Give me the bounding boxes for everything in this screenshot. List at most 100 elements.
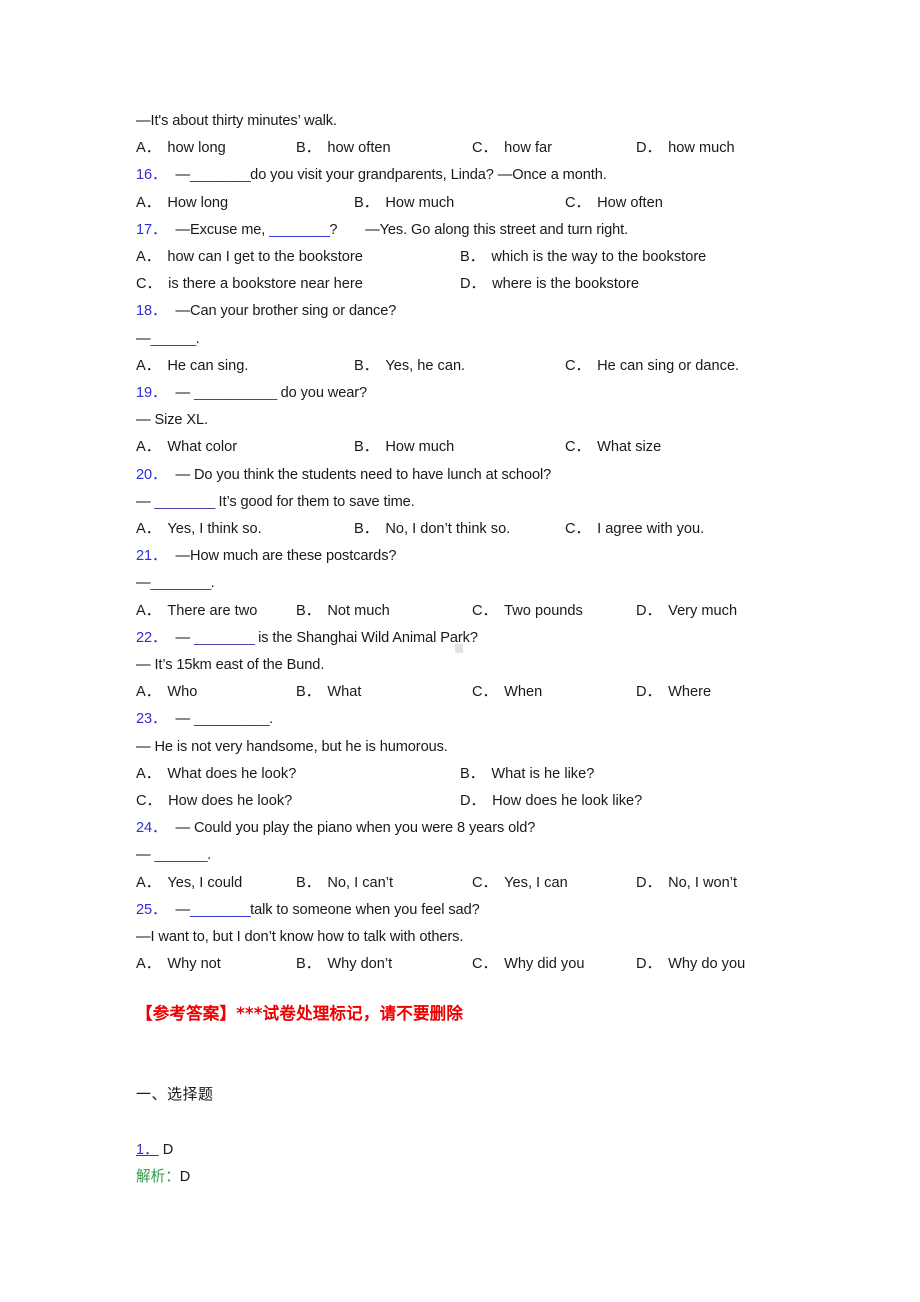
option-row: A． Yes, I could B． No, I can’t C． Yes, I ca… [136,870,896,897]
option-letter: C． [565,357,591,374]
option-letter: C． [565,520,591,537]
option-text: Why don’t [327,956,393,973]
option-text: where is the bookstore [492,276,639,293]
option-text: There are two [167,602,258,619]
question-25: 25． —________talk to someone when you fee… [136,897,896,924]
option-a[interactable]: A． What does he look? [136,761,296,788]
option-a[interactable]: A． Why not [136,951,221,978]
option-c[interactable]: C． how far [472,135,552,162]
question-17: 17． —Excuse me, ________? —Yes. Go along … [136,217,896,244]
answer-prompt-line: — It’s 15km east of the Bund. [136,652,896,679]
option-d[interactable]: D． How does he look like? [460,788,642,815]
stem-prefix: — [175,167,191,184]
option-c[interactable]: C． He can sing or dance. [565,353,739,380]
option-b[interactable]: B． No, I can’t [296,870,393,897]
option-d[interactable]: D． No, I won’t [636,870,737,897]
option-text: which is the way to the bookstore [491,248,707,265]
option-b[interactable]: B． What is he like? [460,761,594,788]
option-a[interactable]: A． Who [136,679,197,706]
stem-suffix: do you visit your grandparents, Linda? —… [250,167,607,184]
option-letter: D． [460,276,486,293]
answer-suffix: It’s good for them to save time. [214,493,415,510]
question-list: —It's about thirty minutes’ walk. A． how … [136,108,896,978]
option-c[interactable]: C． I agree with you. [565,516,704,543]
option-letter: C． [472,956,498,973]
option-b[interactable]: B． What [296,679,361,706]
dash: — [136,847,155,864]
option-d[interactable]: D． Why do you [636,951,745,978]
option-a[interactable]: A． What color [136,434,237,461]
option-a[interactable]: A． Yes, I could [136,870,242,897]
option-text: Yes, I think so. [167,520,262,537]
option-a[interactable]: A． how can I get to the bookstore [136,244,363,271]
option-letter: A． [136,602,161,619]
option-b[interactable]: B． Why don’t [296,951,392,978]
punctuation: . [195,330,200,347]
option-c[interactable]: C． How does he look? [136,788,292,815]
question-number: 19． [136,384,167,401]
answer-prompt-line: — _______. [136,842,896,869]
option-letter: B． [354,520,379,537]
option-b[interactable]: B． No, I don’t think so. [354,516,510,543]
fill-blank: _______ [154,847,208,864]
question-number: 23． [136,711,167,728]
option-b[interactable]: B． How much [354,190,454,217]
option-a[interactable]: A． There are two [136,598,257,625]
option-letter: A． [136,956,161,973]
option-a[interactable]: A． How long [136,190,228,217]
answer-value: D [162,1142,174,1158]
answer-prompt-line: — ________ It’s good for them to save ti… [136,489,896,516]
option-d[interactable]: D． where is the bookstore [460,271,639,298]
option-a[interactable]: A． how long [136,135,226,162]
option-c[interactable]: C． When [472,679,542,706]
option-c[interactable]: C． How often [565,190,663,217]
option-b[interactable]: B． Not much [296,598,390,625]
option-letter: D． [636,956,662,973]
question-number: 22． [136,629,167,646]
stem-text: —How much are these postcards? [175,548,397,565]
answer-prompt-line: —______. [136,326,896,353]
option-b[interactable]: B． how often [296,135,391,162]
option-text: When [504,684,543,701]
option-c[interactable]: C． Yes, I can [472,870,568,897]
question-number: 20． [136,466,167,483]
option-c[interactable]: C． Why did you [472,951,584,978]
answer-text: — He is not very handsome, but he is hum… [136,738,448,755]
stem-text: — Do you think the students need to have… [175,466,552,483]
option-d[interactable]: D． how much [636,135,735,162]
option-a[interactable]: A． He can sing. [136,353,248,380]
option-letter: A． [136,140,161,157]
option-text: Why did you [504,956,585,973]
option-text: No, I don’t think so. [385,520,511,537]
option-text: Yes, I can [504,874,568,891]
answer-explanation: 解析：D [136,1165,190,1186]
option-letter: C． [136,792,162,809]
option-text: What [327,684,362,701]
fill-blank: ________ [190,167,251,184]
stem-text: — Could you play the piano when you were… [175,820,536,837]
option-letter: D． [636,602,662,619]
option-b[interactable]: B． Yes, he can. [354,353,465,380]
question-18: 18． —Can your brother sing or dance? [136,298,896,325]
answer-item: 1． D [136,1138,173,1159]
answer-section-title: 一、选择题 [136,1085,214,1103]
option-c[interactable]: C． is there a bookstore near here [136,271,363,298]
option-text: Very much [668,602,738,619]
option-b[interactable]: B． How much [354,434,454,461]
stem-suffix: is the Shanghai Wild Animal Park? [254,629,478,646]
option-c[interactable]: C． Two pounds [472,598,583,625]
option-d[interactable]: D． Where [636,679,711,706]
question-number: 17． [136,221,167,238]
option-c[interactable]: C． What size [565,434,661,461]
option-text: Why not [167,956,221,973]
option-text: He can sing or dance. [597,357,740,374]
option-d[interactable]: D． Very much [636,598,737,625]
option-b[interactable]: B． which is the way to the bookstore [460,244,706,271]
option-text: How often [597,194,663,211]
option-row: C． How does he look? D． How does he look l… [136,788,896,815]
option-a[interactable]: A． Yes, I think so. [136,516,262,543]
stem-prefix: — [175,901,191,918]
option-letter: D． [636,140,662,157]
option-letter: C． [472,874,498,891]
option-letter: B． [460,765,485,782]
